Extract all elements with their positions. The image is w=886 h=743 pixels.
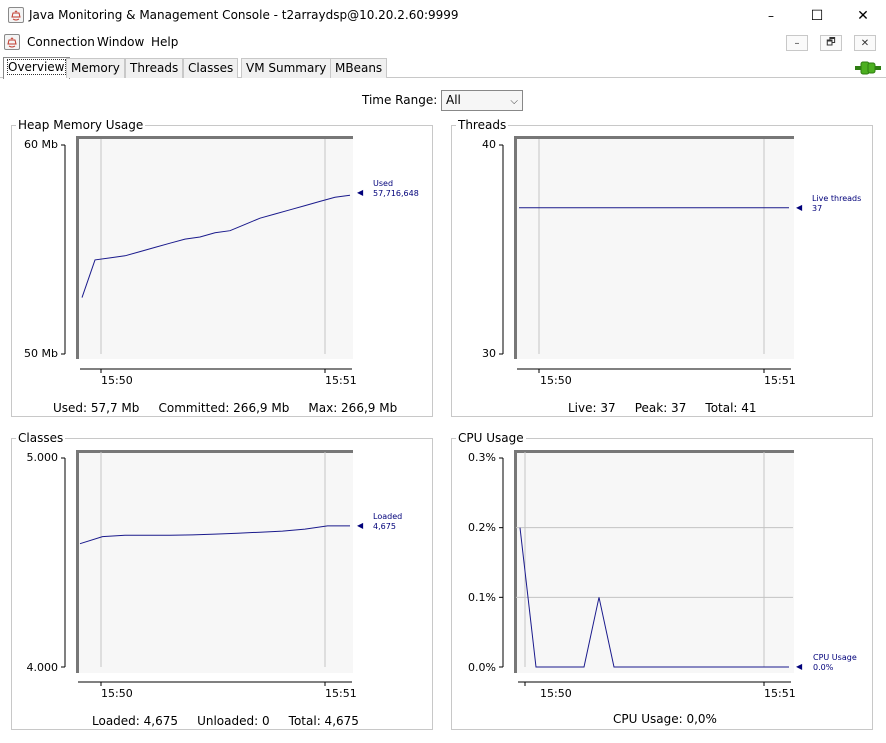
- heap-series-line: [81, 194, 351, 298]
- charts-overlay: [61, 139, 793, 686]
- classes-series-line: [79, 525, 350, 545]
